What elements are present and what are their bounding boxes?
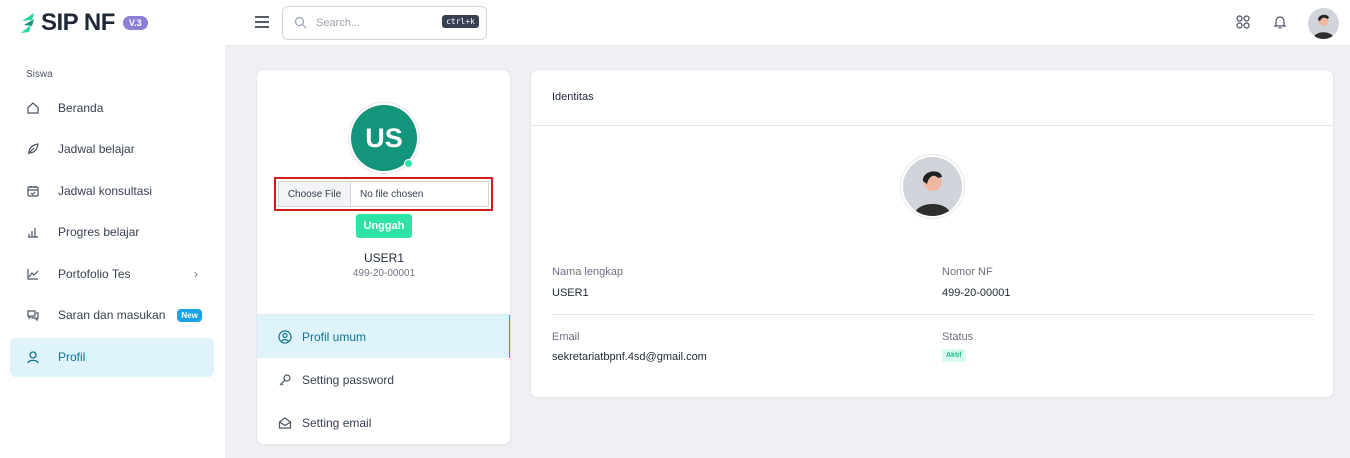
sidebar-item-label: Beranda [58, 100, 104, 115]
calendar-check-icon [26, 184, 40, 198]
line-chart-icon [26, 267, 40, 281]
field-label-email: Email [552, 331, 580, 343]
sidebar-item-saran-dan-masukan[interactable]: Saran dan masukan New [10, 296, 214, 335]
logo-leaf-icon [21, 13, 34, 33]
search-box[interactable]: ctrl+k [282, 6, 487, 40]
profile-nav-label: Setting email [302, 415, 372, 430]
profile-nav-setting-password[interactable]: Setting password [257, 358, 510, 401]
envelope-open-icon [278, 416, 292, 430]
profile-nav: Profil umum Setting password Setting ema… [257, 315, 510, 444]
search-input[interactable] [316, 15, 426, 31]
profile-nav-setting-email[interactable]: Setting email [257, 401, 510, 444]
file-status-text: No file chosen [360, 188, 424, 200]
sidebar-item-profil[interactable]: Profil [10, 337, 214, 377]
status-badge: Aktif [942, 349, 966, 362]
home-icon [26, 101, 40, 115]
chevron-right-icon: › [194, 267, 198, 282]
field-value-email: sekretariatbpnf.4sd@gmail.com [552, 351, 707, 363]
profile-nav-label: Profil umum [302, 329, 367, 344]
profile-card: US Choose File No file chosen Unggah USE… [256, 69, 511, 445]
sidebar-item-label: Profil [58, 350, 86, 365]
field-label-nama: Nama lengkap [552, 266, 623, 278]
app-name: SIP NF [41, 9, 115, 36]
hamburger-menu-icon[interactable] [254, 15, 270, 29]
sidebar-item-jadwal-belajar[interactable]: Jadwal belajar [10, 130, 214, 169]
app-logo[interactable]: SIP NF V.3 [19, 9, 148, 36]
profile-nav-label: Setting password [302, 372, 395, 387]
sidebar-item-beranda[interactable]: Beranda [10, 88, 214, 127]
key-icon [278, 373, 292, 387]
field-label-status: Status [942, 331, 974, 343]
search-icon [294, 16, 307, 29]
sidebar-item-jadwal-konsultasi[interactable]: Jadwal konsultasi [10, 171, 214, 210]
sidebar-menu: Beranda Jadwal belajar Jadwal konsultasi… [10, 88, 214, 379]
upload-button[interactable]: Unggah [356, 214, 412, 238]
file-input[interactable]: Choose File No file chosen [278, 181, 489, 207]
sidebar-item-portofolio-tes[interactable]: Portofolio Tes › [10, 254, 214, 293]
profile-name: USER1 [363, 251, 404, 265]
sidebar-item-label: Jadwal belajar [58, 142, 135, 157]
sidebar-item-label: Jadwal konsultasi [58, 183, 153, 198]
new-badge: New [177, 308, 202, 322]
sidebar-item-label: Progres belajar [58, 225, 140, 240]
chat-icon [26, 308, 40, 322]
profile-id: 499-20-00001 [352, 268, 416, 279]
field-value-nomor: 499-20-00001 [942, 287, 1011, 299]
bar-chart-icon [26, 225, 40, 239]
sidebar-item-progres-belajar[interactable]: Progres belajar [10, 213, 214, 252]
field-value-nama: USER1 [552, 287, 589, 299]
leaf-icon [26, 142, 40, 156]
apps-grid-icon[interactable] [1235, 14, 1251, 30]
divider [531, 125, 1333, 126]
identitas-card: Identitas Nama lengkap USER1 Nomor NF 49… [530, 69, 1334, 398]
divider [552, 314, 1314, 315]
choose-file-button[interactable]: Choose File [279, 182, 351, 206]
profile-photo [903, 157, 962, 216]
bell-icon[interactable] [1272, 14, 1288, 30]
shortcut-hint: ctrl+k [442, 15, 479, 28]
profile-nav-profil-umum[interactable]: Profil umum [257, 315, 510, 358]
user-icon [26, 350, 40, 364]
sidebar: SIP NF V.3 Siswa Beranda Jadwal belajar … [0, 0, 225, 458]
topbar: ctrl+k [225, 0, 1350, 46]
field-label-nomor: Nomor NF [942, 266, 993, 278]
sidebar-section-label: Siswa [26, 69, 53, 80]
sidebar-item-label: Portofolio Tes [58, 266, 131, 281]
version-badge: V.3 [122, 16, 148, 30]
sidebar-item-label: Saran dan masukan [58, 308, 166, 323]
user-circle-icon [278, 329, 292, 344]
online-status-dot [404, 159, 413, 168]
card-title: Identitas [552, 91, 594, 103]
user-avatar[interactable] [1308, 8, 1339, 39]
